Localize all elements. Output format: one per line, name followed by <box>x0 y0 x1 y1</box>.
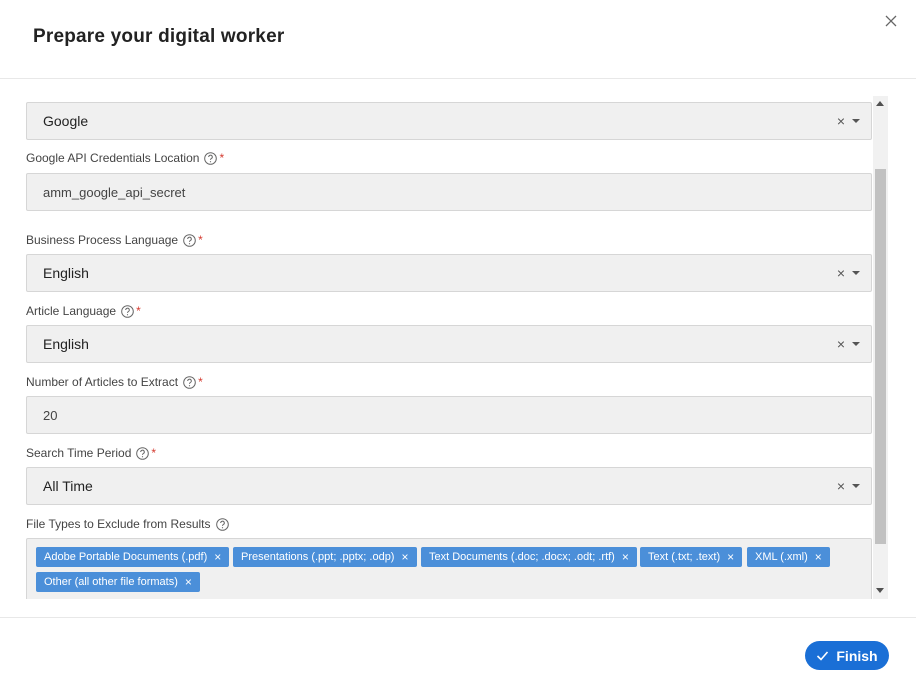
tag-remove-icon[interactable]: × <box>815 551 822 563</box>
tag-remove-icon[interactable]: × <box>622 551 629 563</box>
required-marker: * <box>151 446 157 460</box>
finish-label: Finish <box>836 647 878 664</box>
help-icon[interactable] <box>204 151 218 165</box>
tag-label: Other (all other file formats) <box>44 576 178 588</box>
check-icon <box>817 651 829 661</box>
tag-label: Presentations (.ppt; .pptx; .odp) <box>241 551 395 563</box>
label-text: File Types to Exclude from Results <box>26 517 211 531</box>
caret-down-icon[interactable] <box>852 119 860 123</box>
tag-presentations: Presentations (.ppt; .pptx; .odp) × <box>233 547 417 567</box>
close-button[interactable] <box>882 12 900 30</box>
required-marker: * <box>198 233 203 247</box>
label-text: Article Language <box>26 304 117 318</box>
clear-icon[interactable]: × <box>837 337 845 351</box>
vertical-scrollbar[interactable] <box>873 96 888 599</box>
caret-down-icon[interactable] <box>852 271 860 275</box>
finish-button[interactable]: Finish <box>805 641 889 670</box>
help-icon[interactable] <box>215 517 229 531</box>
modal-header: Prepare your digital worker <box>0 0 916 79</box>
label-text: Business Process Language <box>26 233 179 247</box>
tag-label: Text (.txt; .text) <box>648 551 721 563</box>
clear-icon[interactable]: × <box>837 114 845 128</box>
article-language-label: Article Language * <box>26 304 141 318</box>
input-value: amm_google_api_secret <box>43 185 186 200</box>
input-value: 20 <box>43 408 58 423</box>
select-value: English <box>43 336 89 352</box>
article-language-select[interactable]: English × <box>26 325 872 363</box>
tag-label: Adobe Portable Documents (.pdf) <box>44 551 208 563</box>
caret-down-icon[interactable] <box>852 342 860 346</box>
select-value: Google <box>43 113 89 129</box>
required-marker: * <box>219 151 225 165</box>
select-value: English <box>43 265 89 281</box>
select-value: All Time <box>43 478 93 494</box>
credentials-label: Google API Credentials Location * <box>26 151 224 165</box>
tag-text-documents: Text Documents (.doc; .docx; .odt; .rtf)… <box>421 547 637 567</box>
tag-pdf: Adobe Portable Documents (.pdf) × <box>36 547 230 567</box>
help-icon[interactable] <box>121 304 134 318</box>
tag-remove-icon[interactable]: × <box>214 551 221 563</box>
tag-remove-icon[interactable]: × <box>185 576 192 588</box>
bp-language-label: Business Process Language * <box>26 233 203 247</box>
tag-remove-icon[interactable]: × <box>727 551 734 563</box>
form-scroll-area: Google × Google API Credentials Location… <box>0 96 888 599</box>
tag-text: Text (.txt; .text) × <box>640 547 743 567</box>
close-icon <box>885 15 897 27</box>
bp-language-select[interactable]: English × <box>26 254 872 292</box>
help-icon[interactable] <box>183 233 196 247</box>
num-articles-label: Number of Articles to Extract * <box>26 375 203 389</box>
scroll-up-arrow-icon[interactable] <box>876 101 884 106</box>
credentials-input[interactable]: amm_google_api_secret <box>26 173 872 211</box>
help-icon[interactable] <box>136 446 150 460</box>
tag-label: Text Documents (.doc; .docx; .odt; .rtf) <box>429 551 615 563</box>
num-articles-input[interactable]: 20 <box>26 396 872 434</box>
file-types-label: File Types to Exclude from Results <box>26 517 229 531</box>
time-period-select[interactable]: All Time × <box>26 467 872 505</box>
tag-label: XML (.xml) <box>755 551 808 563</box>
required-marker: * <box>136 304 141 318</box>
scroll-down-arrow-icon[interactable] <box>876 588 884 593</box>
time-period-label: Search Time Period * <box>26 446 156 460</box>
help-icon[interactable] <box>183 375 196 389</box>
tag-xml: XML (.xml) × <box>747 547 830 567</box>
label-text: Google API Credentials Location <box>26 151 200 165</box>
search-engine-select[interactable]: Google × <box>26 102 872 140</box>
tag-remove-icon[interactable]: × <box>401 551 408 563</box>
modal-footer: Finish <box>0 617 916 683</box>
tag-other: Other (all other file formats) × <box>36 572 200 592</box>
label-text: Number of Articles to Extract <box>26 375 179 389</box>
caret-down-icon[interactable] <box>852 484 860 488</box>
file-types-multiselect[interactable]: Adobe Portable Documents (.pdf) × Presen… <box>26 538 872 599</box>
label-text: Search Time Period <box>26 446 132 460</box>
modal-title: Prepare your digital worker <box>33 26 285 47</box>
required-marker: * <box>198 375 203 389</box>
clear-icon[interactable]: × <box>837 479 845 493</box>
clear-icon[interactable]: × <box>837 266 845 280</box>
scroll-thumb[interactable] <box>875 169 886 544</box>
